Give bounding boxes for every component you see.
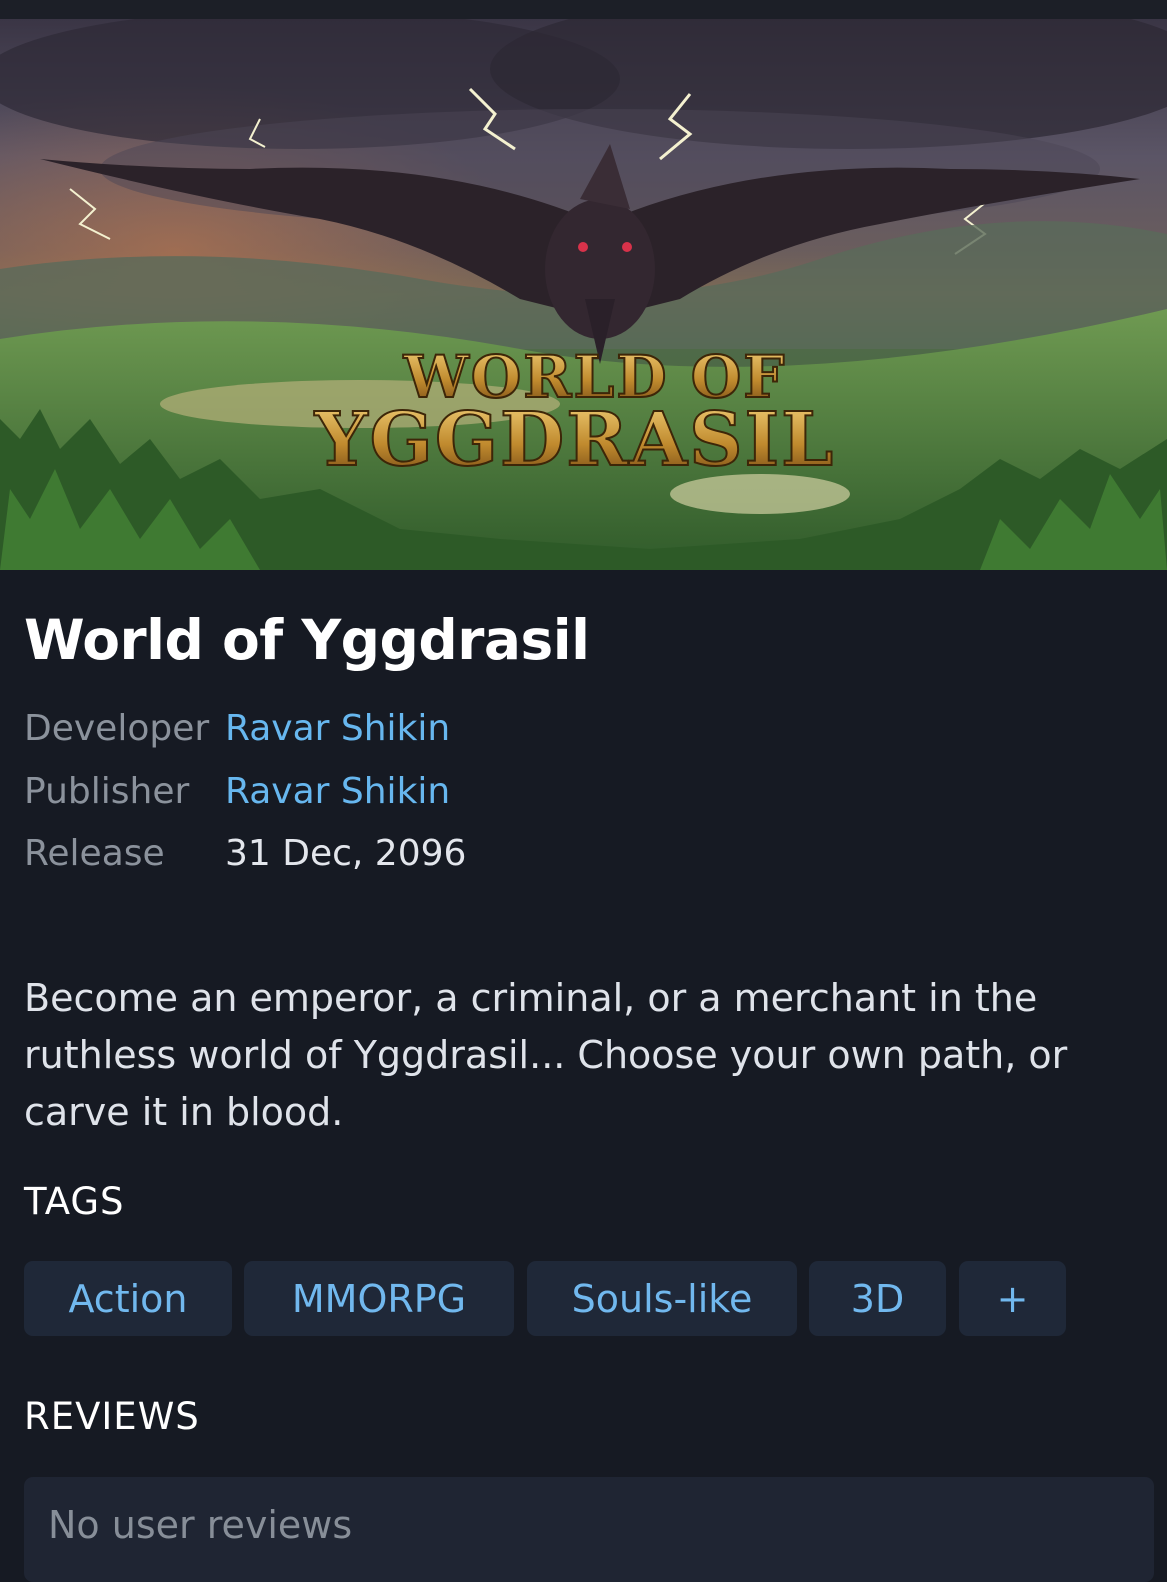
hero-artwork: WORLD OF YGGDRASIL (0, 19, 1167, 570)
page-title: World of Yggdrasil (24, 608, 590, 672)
more-tags-button[interactable]: + (959, 1261, 1066, 1336)
tag-mmorpg[interactable]: MMORPG (244, 1261, 514, 1336)
publisher-label: Publisher (24, 771, 190, 812)
tag-action[interactable]: Action (24, 1261, 232, 1336)
release-label: Release (24, 833, 165, 874)
reviews-heading: REVIEWS (24, 1395, 200, 1438)
reviews-panel: No user reviews (24, 1477, 1154, 1582)
tag-3d[interactable]: 3D (809, 1261, 946, 1336)
publisher-link[interactable]: Ravar Shikin (225, 771, 450, 812)
hero-banner-image: WORLD OF YGGDRASIL (0, 19, 1167, 570)
tag-souls-like[interactable]: Souls-like (527, 1261, 797, 1336)
hero-logo-line2: YGGDRASIL (314, 397, 835, 483)
developer-link[interactable]: Ravar Shikin (225, 708, 450, 749)
developer-label: Developer (24, 708, 210, 749)
no-reviews-text: No user reviews (48, 1503, 353, 1547)
top-status-strip (0, 0, 1167, 19)
game-description: Become an emperor, a criminal, or a merc… (24, 976, 1068, 1134)
release-date: 31 Dec, 2096 (225, 833, 467, 874)
tags-heading: TAGS (24, 1180, 125, 1223)
